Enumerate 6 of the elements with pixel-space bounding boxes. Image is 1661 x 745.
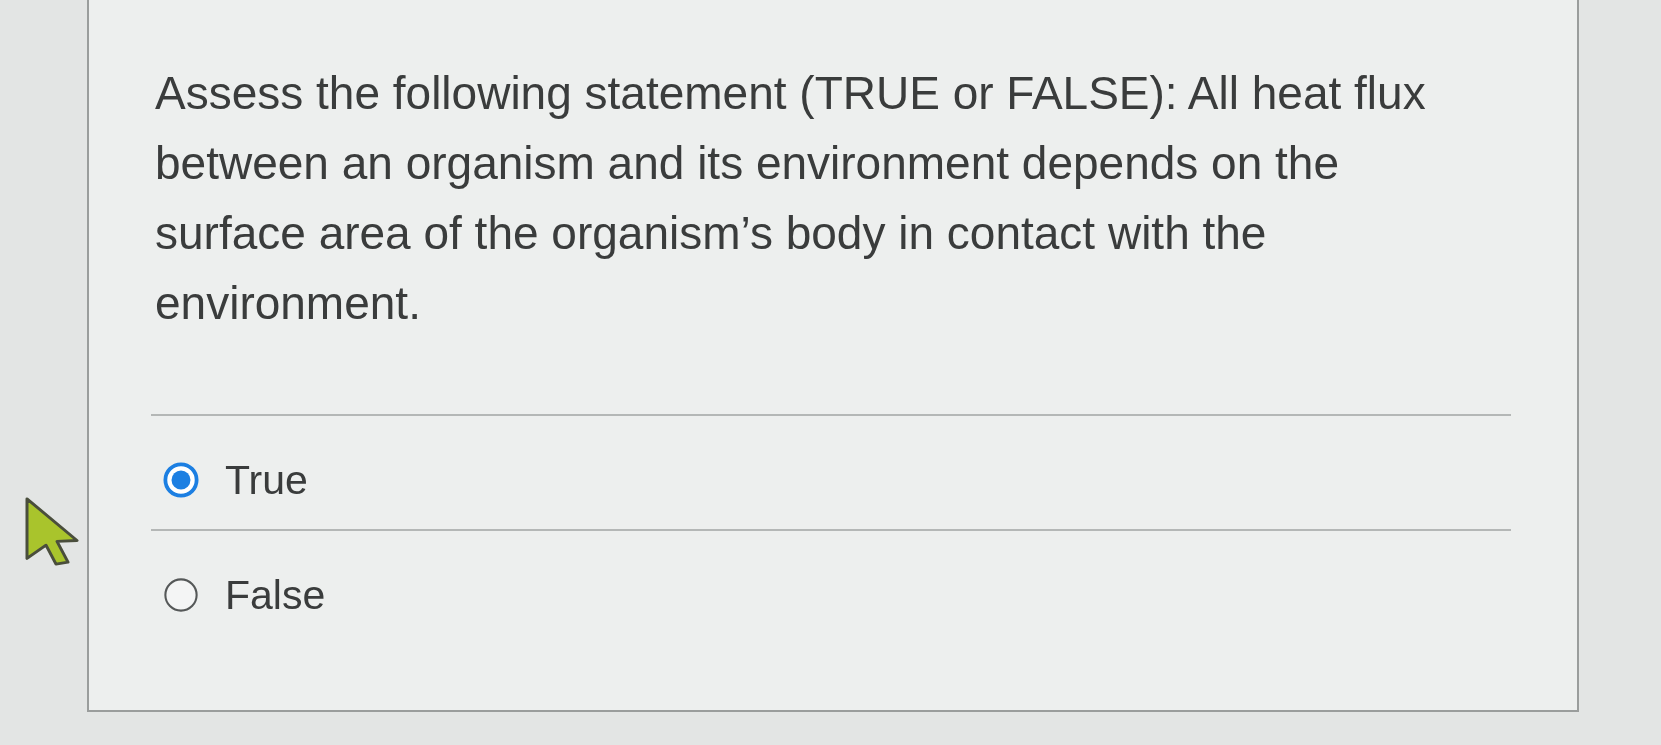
radio-button[interactable] (163, 577, 199, 613)
question-text: Assess the following statement (TRUE or FALSE): All heat flux between an organism and its environment depends on the surface area of the organism’s body in contact with the environment. (154, 66, 1427, 331)
mouse-pointer-icon (24, 496, 80, 566)
option-label[interactable]: False (225, 572, 326, 618)
option-label[interactable]: True (225, 457, 308, 503)
radio-button[interactable] (163, 462, 199, 498)
